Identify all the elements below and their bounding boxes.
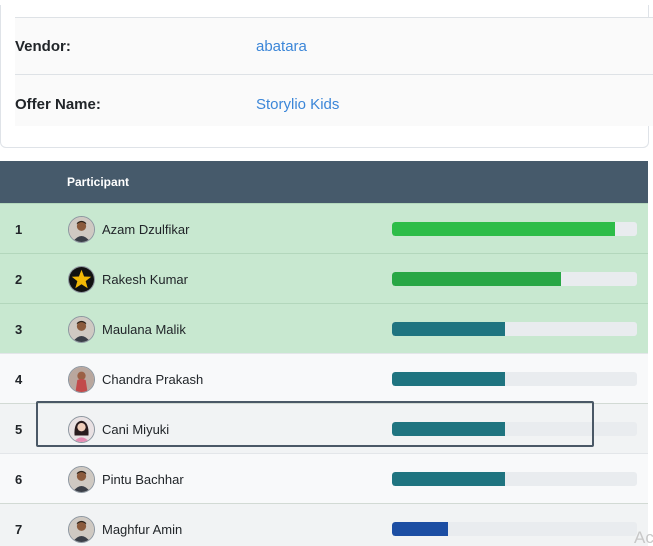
rank-number: 7 — [15, 522, 23, 537]
participant-name[interactable]: Chandra Prakash — [102, 372, 203, 387]
activation-watermark: Ac — [634, 528, 653, 546]
progress-bar — [392, 272, 637, 286]
table-row[interactable]: 7 Maghfur Amin — [0, 503, 648, 546]
rank-number: 3 — [15, 322, 23, 337]
participant-column-header: Participant — [67, 175, 130, 189]
progress-bar-fill — [392, 422, 505, 436]
progress-bar-fill — [392, 472, 505, 486]
man-avatar-icon — [68, 316, 95, 343]
table-row[interactable]: 3 Maulana Malik — [0, 303, 648, 353]
progress-bar — [392, 522, 637, 536]
progress-bar — [392, 472, 637, 486]
rank-number: 1 — [15, 222, 23, 237]
progress-bar-fill — [392, 372, 505, 386]
table-row[interactable]: 4 Chandra Prakash — [0, 353, 648, 403]
table-row[interactable]: 1 Azam Dzulfikar — [0, 203, 648, 253]
progress-bar — [392, 372, 637, 386]
rank-number: 5 — [15, 422, 23, 437]
rank-number: 4 — [15, 372, 23, 387]
table-row[interactable]: 6 Pintu Bachhar — [0, 453, 648, 503]
offer-name-label: Offer Name: — [15, 96, 101, 113]
vendor-link[interactable]: abatara — [256, 38, 307, 55]
progress-bar — [392, 322, 637, 336]
participant-name[interactable]: Maulana Malik — [102, 322, 186, 337]
participant-name[interactable]: Cani Miyuki — [102, 422, 169, 437]
star-avatar-icon — [68, 266, 95, 293]
man-avatar-icon — [68, 466, 95, 493]
vendor-label: Vendor: — [15, 37, 71, 55]
man-avatar-icon — [68, 516, 95, 543]
offer-info-table: Vendor: abatara Offer Name: Storylio Kid… — [15, 17, 653, 126]
progress-bar-fill — [392, 272, 562, 286]
participant-name[interactable]: Rakesh Kumar — [102, 272, 188, 287]
participant-name[interactable]: Azam Dzulfikar — [102, 222, 189, 237]
table-row[interactable]: 5 Cani Miyuki — [0, 403, 648, 453]
table-row[interactable]: 2 Rakesh Kumar — [0, 253, 648, 303]
progress-bar-fill — [392, 522, 449, 536]
offer-name-row: Offer Name: Storylio Kids — [15, 76, 653, 133]
offer-info-card: Vendor: abatara Offer Name: Storylio Kid… — [0, 5, 653, 148]
vendor-row: Vendor: abatara — [15, 18, 653, 75]
rank-number: 6 — [15, 472, 23, 487]
progress-bar-fill — [392, 222, 615, 236]
participant-name[interactable]: Maghfur Amin — [102, 522, 182, 537]
woman-avatar-icon — [68, 416, 95, 443]
person-avatar-icon — [68, 366, 95, 393]
leaderboard-table: Participant 1 Azam Dzulfikar 2 Rakesh Kumar… — [0, 161, 648, 546]
participant-name[interactable]: Pintu Bachhar — [102, 472, 184, 487]
man-avatar-icon — [68, 216, 95, 243]
rank-number: 2 — [15, 272, 23, 287]
progress-bar-fill — [392, 322, 505, 336]
progress-bar — [392, 422, 637, 436]
offer-name-link[interactable]: Storylio Kids — [256, 96, 339, 113]
progress-bar — [392, 222, 637, 236]
table-header: Participant — [0, 161, 648, 203]
